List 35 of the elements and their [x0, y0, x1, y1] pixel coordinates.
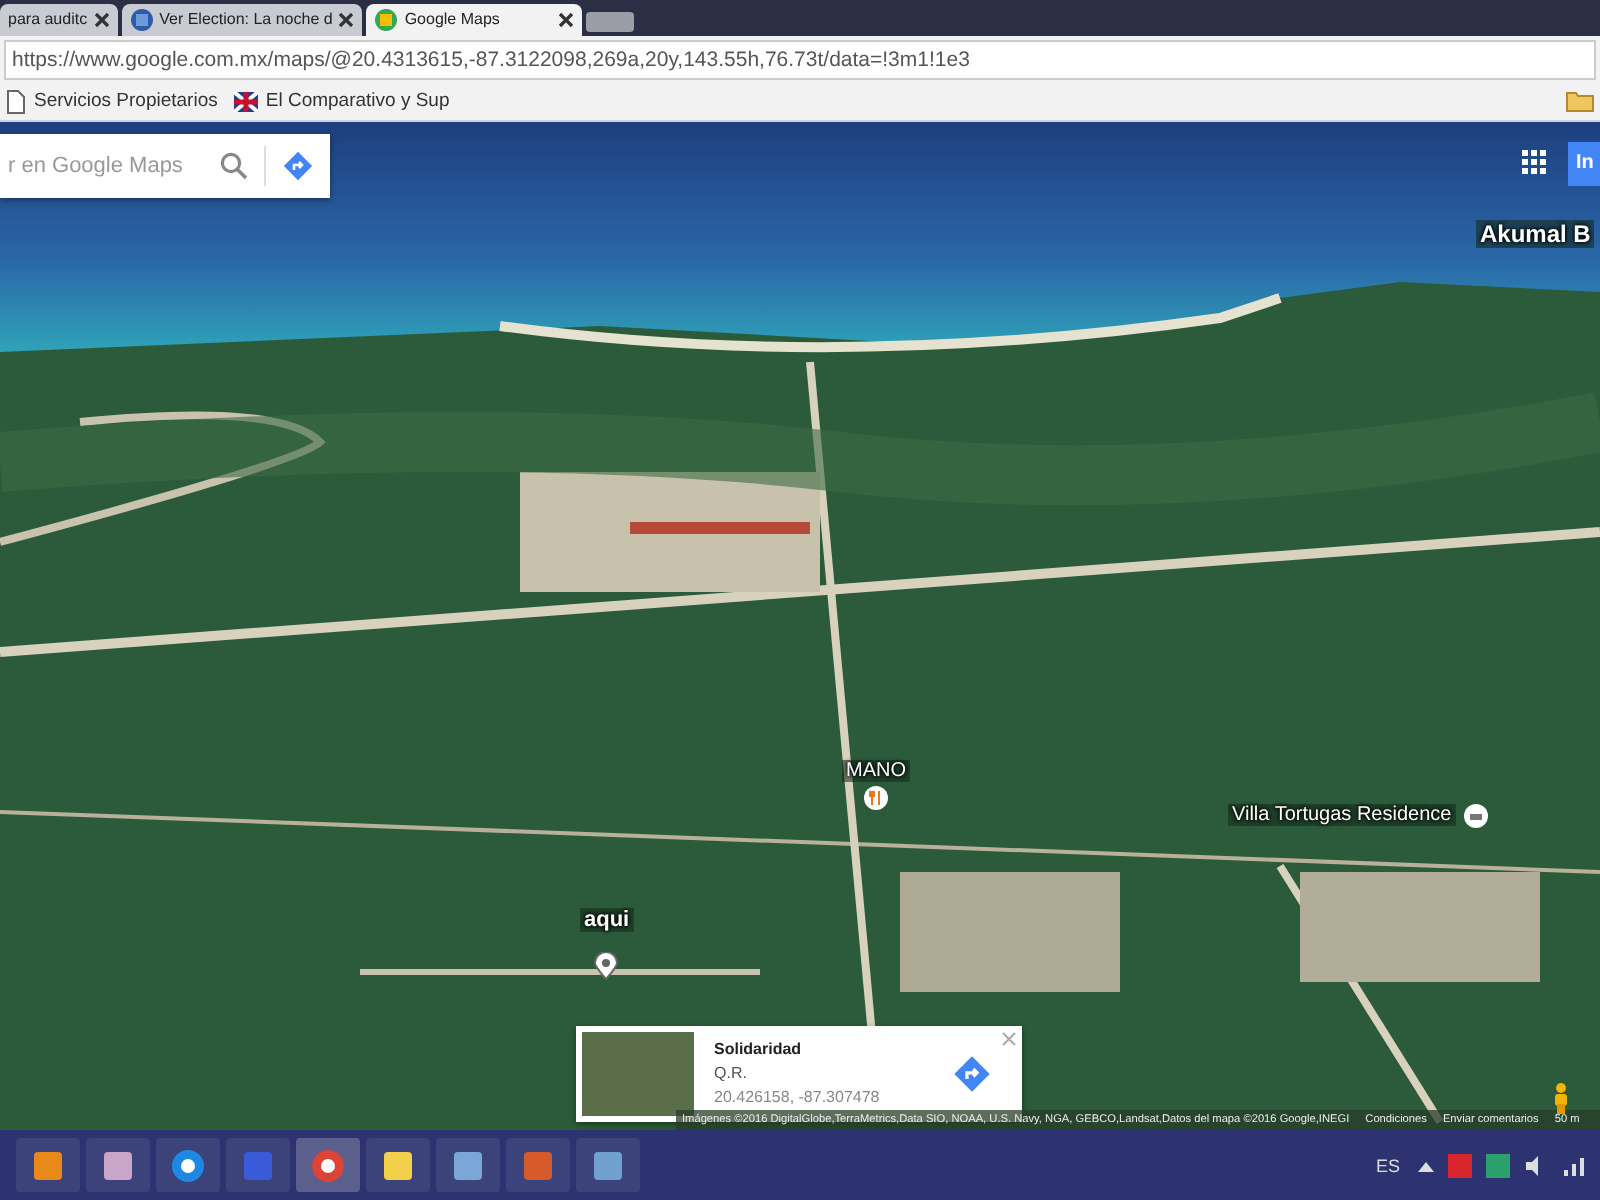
close-icon[interactable] — [558, 11, 575, 28]
flag-icon — [233, 91, 258, 112]
close-icon[interactable] — [338, 11, 355, 28]
pin-icon[interactable] — [594, 951, 619, 980]
place-label: Villa Tortugas Residence — [1228, 804, 1456, 827]
taskbar-button[interactable] — [366, 1138, 430, 1193]
fork-knife-icon[interactable] — [864, 785, 888, 810]
close-icon[interactable] — [93, 11, 110, 28]
region-text: Q.R. — [714, 1064, 749, 1083]
taskbar-button[interactable] — [296, 1138, 360, 1193]
apps-grid-icon[interactable] — [1522, 149, 1546, 174]
place-label: aqui — [580, 907, 634, 932]
browser-tab[interactable]: Google Maps — [366, 3, 583, 36]
coordinates-text: 20.426158, -87.307478 — [714, 1088, 882, 1107]
browser-tab[interactable]: para auditc — [0, 3, 118, 36]
place-label: MANO — [842, 759, 910, 782]
bookmark-link[interactable]: El Comparativo y Sup — [233, 90, 450, 113]
new-tab-button[interactable] — [586, 11, 635, 32]
caret-icon[interactable] — [1418, 1159, 1434, 1172]
place-title: Solidaridad — [714, 1040, 804, 1059]
language-indicator[interactable]: ES — [1375, 1155, 1400, 1176]
taskbar-button[interactable] — [436, 1138, 500, 1193]
browser-tab[interactable]: Ver Election: La noche d — [121, 3, 363, 36]
search-icon[interactable] — [220, 151, 248, 180]
address-field[interactable]: https://www.google.com.mx/maps/@20.4313615,-87.3122098,269a,20y,143.55h,76.73t/data=!3m1!1e3 — [4, 39, 1596, 80]
taskbar-button[interactable] — [86, 1138, 150, 1193]
sign-in-button[interactable]: In — [1568, 141, 1600, 186]
person-icon[interactable] — [1552, 1081, 1570, 1114]
bookmark-link[interactable]: Servicios Propietarios — [6, 89, 218, 114]
page-icon — [6, 89, 26, 114]
folder-icon[interactable] — [1566, 90, 1594, 113]
signal-icon[interactable] — [1562, 1153, 1586, 1178]
search-field[interactable]: r en Google Maps — [0, 133, 330, 198]
place-label: Akumal B — [1476, 219, 1595, 248]
taskbar-button[interactable] — [156, 1138, 220, 1193]
